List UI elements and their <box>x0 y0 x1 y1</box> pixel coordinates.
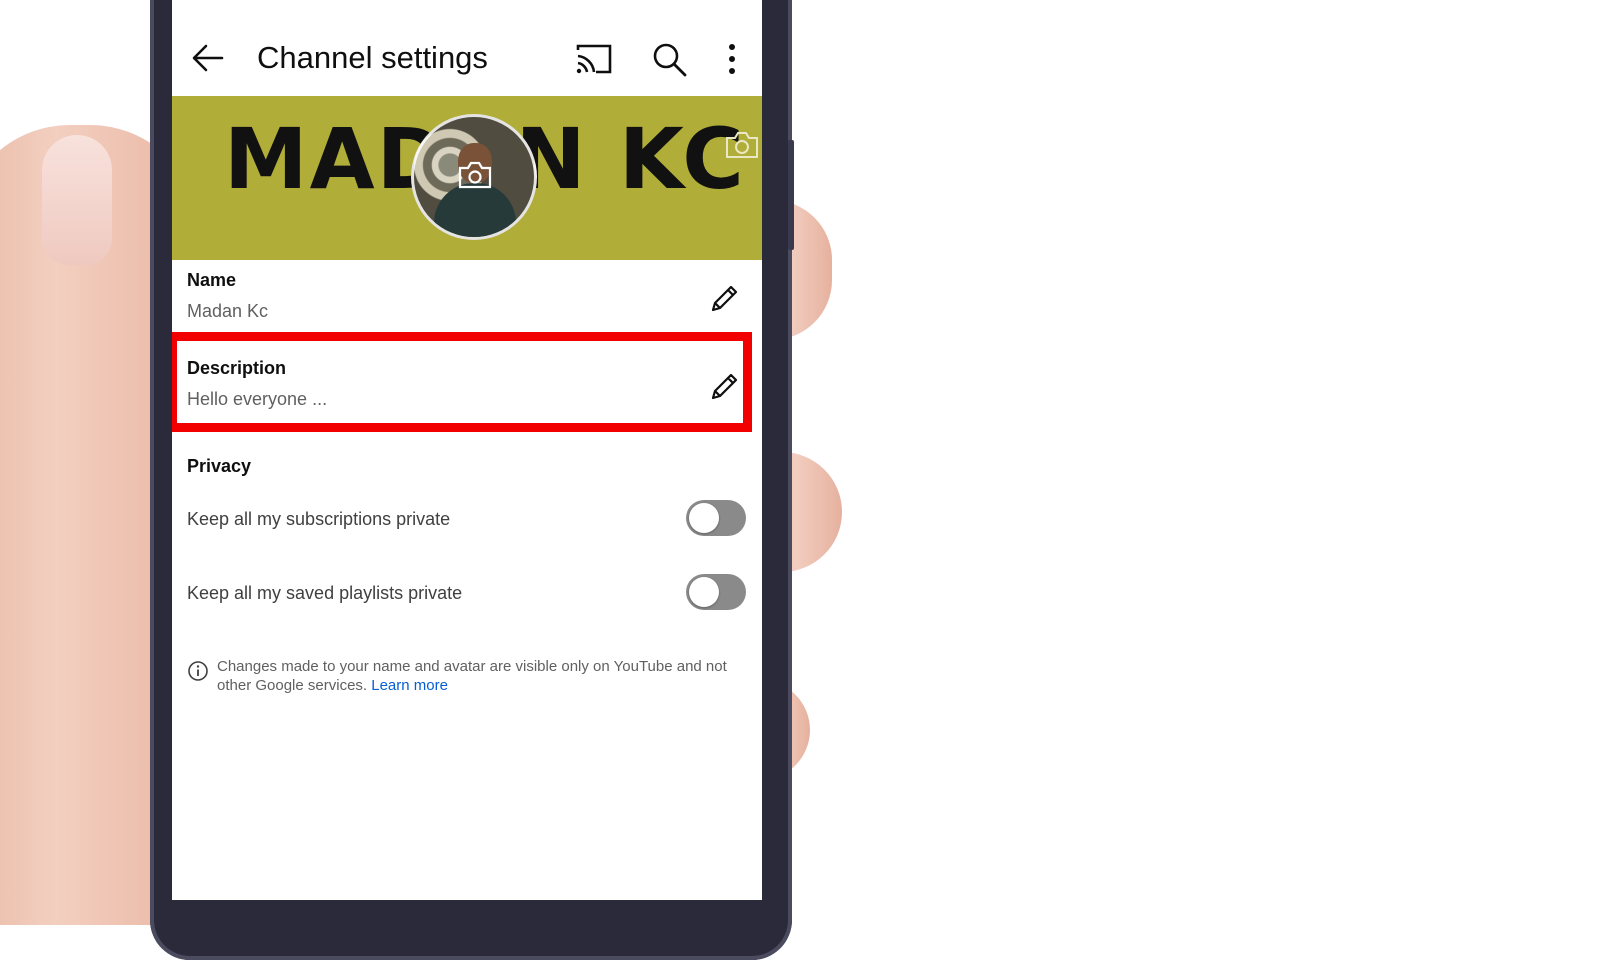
channel-avatar[interactable] <box>411 114 537 240</box>
name-row[interactable]: Name Madan Kc <box>172 260 762 330</box>
description-row[interactable]: Description Hello everyone ... <box>172 348 762 418</box>
edit-pencil-icon[interactable] <box>707 282 741 316</box>
subscriptions-private-label: Keep all my subscriptions private <box>187 509 451 529</box>
info-text: Changes made to your name and avatar are… <box>217 658 727 694</box>
phone-side-button <box>788 140 794 250</box>
back-arrow-icon[interactable] <box>190 40 226 76</box>
subscriptions-private-toggle[interactable] <box>686 500 746 536</box>
name-value: Madan Kc <box>187 301 269 321</box>
description-value: Hello everyone ... <box>187 389 328 409</box>
name-label: Name <box>187 270 237 290</box>
page-title: Channel settings <box>257 40 488 75</box>
app-bar: Channel settings <box>172 0 762 96</box>
playlists-private-label: Keep all my saved playlists private <box>187 583 463 603</box>
info-icon <box>188 661 208 681</box>
privacy-heading: Privacy <box>187 456 252 476</box>
phone-screen: Channel settings MADAN KC Name Madan Kc … <box>172 0 762 900</box>
thumb-nail <box>42 135 112 265</box>
toggle-knob <box>689 577 719 607</box>
channel-banner[interactable]: MADAN KC <box>172 96 762 260</box>
cast-icon[interactable] <box>574 40 614 80</box>
avatar-camera-icon[interactable] <box>458 161 492 189</box>
learn-more-link[interactable]: Learn more <box>371 677 448 694</box>
more-vert-icon[interactable] <box>712 40 752 80</box>
avatar-body <box>434 183 516 237</box>
description-label: Description <box>187 358 287 378</box>
edit-pencil-icon[interactable] <box>707 370 741 404</box>
toggle-knob <box>689 503 719 533</box>
search-icon[interactable] <box>650 40 690 80</box>
info-notice: Changes made to your name and avatar are… <box>217 657 752 695</box>
banner-camera-icon[interactable] <box>724 130 760 160</box>
playlists-private-toggle[interactable] <box>686 574 746 610</box>
